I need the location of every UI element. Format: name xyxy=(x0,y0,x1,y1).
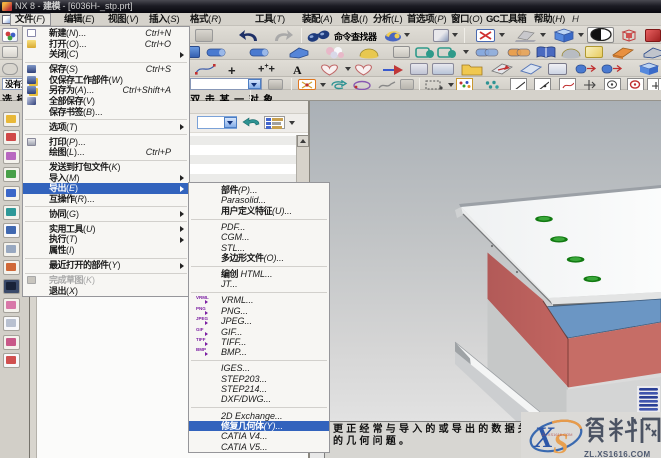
svg-text:ZL.XS1616.COM: ZL.XS1616.COM xyxy=(542,432,572,437)
svg-text:X: X xyxy=(533,421,555,454)
svg-text:ZL.XS1616.COM: ZL.XS1616.COM xyxy=(584,450,651,458)
